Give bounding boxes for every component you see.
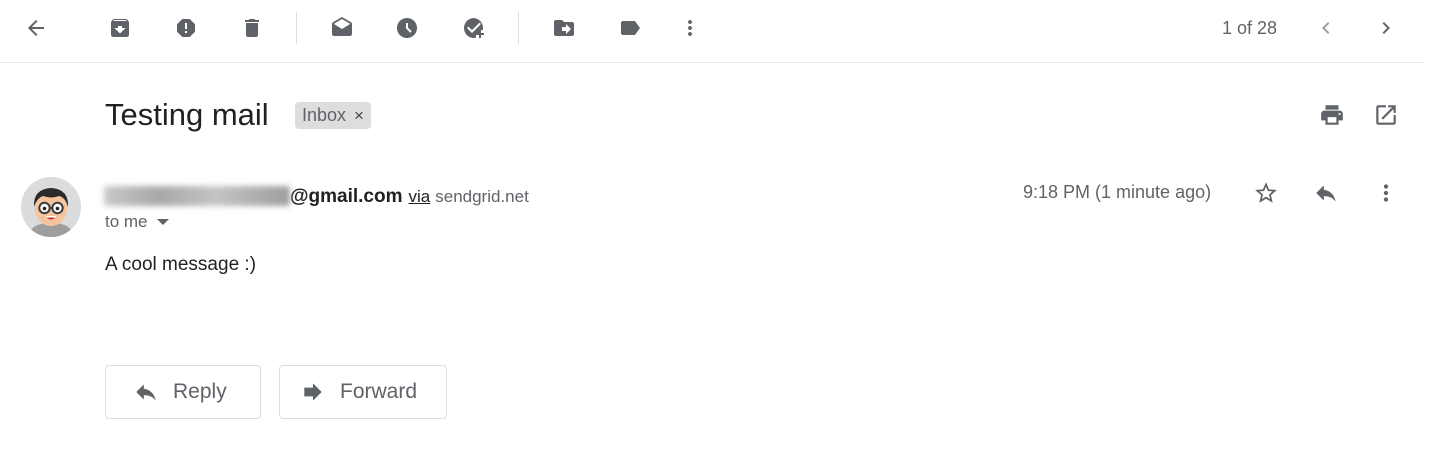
back-arrow-icon[interactable] bbox=[16, 8, 56, 48]
label-chip-text: Inbox bbox=[302, 105, 347, 125]
more-vert-icon[interactable] bbox=[670, 8, 710, 48]
email-subject: Testing mail bbox=[105, 97, 269, 132]
open-in-new-window-icon[interactable] bbox=[1366, 95, 1406, 135]
sender-avatar[interactable] bbox=[21, 177, 81, 237]
chevron-right-icon[interactable] bbox=[1366, 8, 1406, 48]
sender-email-redacted bbox=[104, 186, 290, 206]
caret-down-icon bbox=[156, 219, 169, 225]
more-vert-icon[interactable] bbox=[1366, 173, 1406, 213]
recipient-details-toggle[interactable]: to me bbox=[105, 212, 169, 232]
delete-icon[interactable] bbox=[232, 8, 272, 48]
forward-button-label: Forward bbox=[340, 380, 418, 403]
reply-button[interactable]: Reply bbox=[105, 365, 261, 419]
reply-icon bbox=[136, 384, 156, 401]
email-body: A cool message :) bbox=[105, 254, 257, 275]
via-domain: sendgrid.net bbox=[435, 187, 529, 206]
snooze-icon[interactable] bbox=[387, 8, 427, 48]
toolbar: 1 of 28 bbox=[0, 0, 1425, 63]
labels-icon[interactable] bbox=[610, 8, 650, 48]
forward-button[interactable]: Forward bbox=[279, 365, 447, 419]
reply-button-label: Reply bbox=[173, 380, 227, 403]
add-to-tasks-icon[interactable] bbox=[454, 8, 494, 48]
toolbar-divider bbox=[296, 12, 297, 44]
move-to-icon[interactable] bbox=[544, 8, 584, 48]
sender-email[interactable]: @gmail.com bbox=[290, 186, 403, 208]
pager-count: 1 of 28 bbox=[1222, 18, 1278, 38]
remove-label-icon[interactable]: × bbox=[354, 106, 364, 126]
email-timestamp: 9:18 PM (1 minute ago) bbox=[1023, 182, 1212, 202]
star-icon[interactable] bbox=[1246, 173, 1286, 213]
sender-line: @gmail.com via sendgrid.net bbox=[104, 182, 529, 208]
report-spam-icon[interactable] bbox=[166, 8, 206, 48]
recipient-text: to me bbox=[105, 212, 148, 231]
label-chip-inbox: Inbox × bbox=[295, 102, 371, 129]
toolbar-divider bbox=[518, 12, 519, 44]
reply-icon[interactable] bbox=[1306, 173, 1346, 213]
print-icon[interactable] bbox=[1312, 95, 1352, 135]
via-link[interactable]: via bbox=[409, 187, 431, 207]
chevron-left-icon[interactable] bbox=[1306, 8, 1346, 48]
archive-icon[interactable] bbox=[100, 8, 140, 48]
forward-icon bbox=[304, 383, 322, 401]
mark-unread-icon[interactable] bbox=[322, 8, 362, 48]
